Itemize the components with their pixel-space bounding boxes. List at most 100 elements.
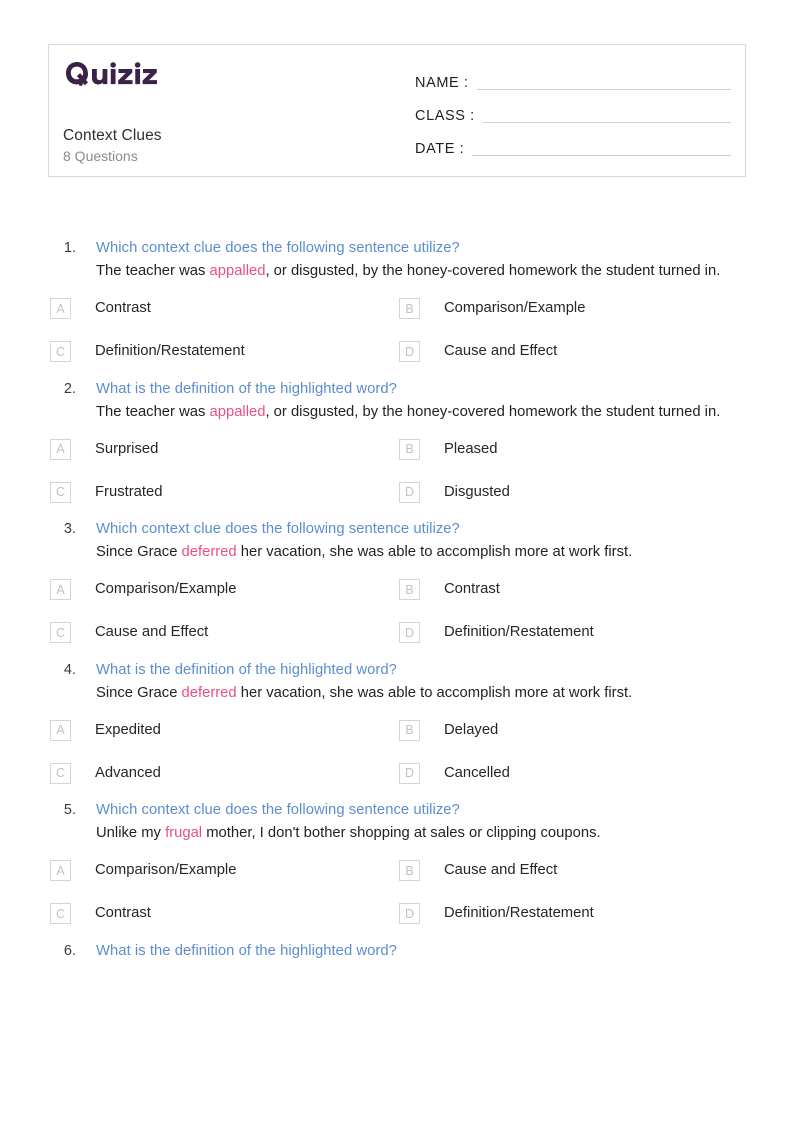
quiz-title: Context Clues bbox=[63, 127, 162, 144]
option-letter-box[interactable]: B bbox=[399, 298, 420, 319]
question-number: 4. bbox=[63, 661, 76, 678]
sentence-text-before: The teacher was bbox=[96, 263, 210, 279]
question-number: 1. bbox=[63, 240, 76, 256]
option-letter-box[interactable]: D bbox=[399, 762, 420, 784]
student-info-fields: NAME : CLASS : DATE : bbox=[411, 45, 745, 176]
class-field-row: CLASS : bbox=[415, 94, 731, 127]
sentence-text-after: , or disgusted, by the honey-covered hom… bbox=[265, 403, 721, 420]
answer-option[interactable]: B Cause and Effect bbox=[399, 860, 748, 882]
sentence-text-before: Since Grace bbox=[96, 684, 182, 701]
option-letter-box[interactable]: D bbox=[399, 341, 420, 362]
question-sentence: Since Grace deferred her vacation, she w… bbox=[96, 541, 726, 564]
option-letter-box[interactable]: C bbox=[50, 341, 71, 362]
option-label: Cancelled bbox=[444, 764, 510, 781]
sentence-text-before: The teacher was bbox=[96, 403, 210, 420]
answer-options: A Expedited B Delayed C Advanced D Cancelled bbox=[48, 719, 746, 784]
answer-options: A Comparison/Example B Cause and Effect C Con… bbox=[48, 860, 746, 925]
option-letter-box[interactable]: D bbox=[399, 622, 420, 643]
class-field-label: CLASS : bbox=[415, 108, 475, 124]
answer-option[interactable]: A Comparison/Example bbox=[50, 860, 399, 882]
question-block: 3. Which context clue does the following … bbox=[0, 519, 794, 644]
option-label: Disgusted bbox=[444, 483, 510, 500]
option-label: Advanced bbox=[95, 764, 161, 781]
name-field-input[interactable] bbox=[476, 89, 731, 90]
option-letter-box[interactable]: C bbox=[50, 481, 71, 503]
answer-options: A Contrast B Comparison/Example C Definition/… bbox=[48, 298, 746, 363]
question-sentence: The teacher was appalled, or disgusted, … bbox=[96, 260, 726, 283]
option-letter-box[interactable]: A bbox=[50, 719, 71, 741]
option-letter-box[interactable]: A bbox=[50, 438, 71, 460]
option-letter-box[interactable]: D bbox=[399, 481, 420, 503]
option-label: Cause and Effect bbox=[444, 862, 558, 878]
worksheet-header: Context Clues 8 Questions NAME : CLASS :… bbox=[48, 44, 746, 177]
quizizz-logo bbox=[66, 62, 157, 86]
question-number: 5. bbox=[63, 802, 76, 818]
answer-option[interactable]: D Disgusted bbox=[399, 481, 748, 503]
question-sentence: Unlike my frugal mother, I don't bother … bbox=[96, 822, 726, 845]
answer-option[interactable]: C Frustrated bbox=[50, 481, 399, 503]
option-letter-box[interactable]: A bbox=[50, 579, 71, 600]
answer-option[interactable]: D Definition/Restatement bbox=[399, 622, 748, 644]
question-number: 6. bbox=[63, 942, 76, 959]
option-label: Comparison/Example bbox=[444, 300, 586, 316]
option-letter-box[interactable]: B bbox=[399, 579, 420, 600]
option-letter-box[interactable]: C bbox=[50, 762, 71, 784]
answer-option[interactable]: C Cause and Effect bbox=[50, 622, 399, 644]
answer-option[interactable]: A Surprised bbox=[50, 438, 399, 460]
option-letter-box[interactable]: B bbox=[399, 719, 420, 741]
answer-option[interactable]: B Contrast bbox=[399, 579, 748, 601]
answer-options: A Surprised B Pleased C Frustrated D Disgusted bbox=[48, 438, 746, 503]
answer-option[interactable]: C Contrast bbox=[50, 903, 399, 925]
answer-option[interactable]: C Definition/Restatement bbox=[50, 341, 399, 363]
date-field-row: DATE : bbox=[415, 127, 731, 160]
sentence-text-after: her vacation, she was able to accomplish… bbox=[236, 544, 633, 560]
sentence-text-after: , or disgusted, by the honey-covered hom… bbox=[265, 263, 721, 279]
question-header: 5. Which context clue does the following … bbox=[48, 800, 746, 845]
answer-option[interactable]: D Definition/Restatement bbox=[399, 903, 748, 925]
option-label: Contrast bbox=[95, 905, 151, 921]
option-label: Cause and Effect bbox=[444, 343, 558, 359]
answer-option[interactable]: D Cause and Effect bbox=[399, 341, 748, 363]
highlighted-word: deferred bbox=[181, 684, 237, 701]
answer-option[interactable]: A Expedited bbox=[50, 719, 399, 741]
question-header: 3. Which context clue does the following … bbox=[48, 519, 746, 564]
option-label: Surprised bbox=[95, 440, 159, 457]
answer-option[interactable]: D Cancelled bbox=[399, 762, 748, 784]
option-label: Definition/Restatement bbox=[95, 343, 245, 359]
question-header: 1. Which context clue does the following … bbox=[48, 238, 746, 283]
answer-option[interactable]: A Comparison/Example bbox=[50, 579, 399, 601]
option-letter-box[interactable]: D bbox=[399, 903, 420, 924]
answer-option[interactable]: B Delayed bbox=[399, 719, 748, 741]
sentence-text-after: her vacation, she was able to accomplish… bbox=[236, 684, 633, 701]
question-header: 4. What is the definition of the highligh… bbox=[48, 660, 746, 705]
option-letter-box[interactable]: A bbox=[50, 298, 71, 319]
worksheet-page: Context Clues 8 Questions NAME : CLASS :… bbox=[0, 0, 794, 1123]
date-field-input[interactable] bbox=[472, 155, 731, 156]
header-branding: Context Clues 8 Questions bbox=[49, 45, 411, 176]
answer-option[interactable]: C Advanced bbox=[50, 762, 399, 784]
question-title: Which context clue does the following se… bbox=[96, 240, 460, 256]
option-label: Cause and Effect bbox=[95, 624, 209, 640]
answer-option[interactable]: A Contrast bbox=[50, 298, 399, 320]
class-field-input[interactable] bbox=[482, 122, 731, 123]
answer-option[interactable]: B Comparison/Example bbox=[399, 298, 748, 320]
option-letter-box[interactable]: B bbox=[399, 438, 420, 460]
question-block: 4. What is the definition of the highligh… bbox=[0, 660, 794, 785]
answer-option[interactable]: B Pleased bbox=[399, 438, 748, 460]
name-field-row: NAME : bbox=[415, 61, 731, 94]
date-field-label: DATE : bbox=[415, 141, 465, 157]
option-label: Frustrated bbox=[95, 483, 163, 500]
option-letter-box[interactable]: C bbox=[50, 622, 71, 643]
question-title: What is the definition of the highlighte… bbox=[96, 942, 397, 959]
question-number: 3. bbox=[63, 521, 76, 537]
question-number: 2. bbox=[63, 380, 76, 397]
option-letter-box[interactable]: C bbox=[50, 903, 71, 924]
option-label: Definition/Restatement bbox=[444, 905, 594, 921]
option-label: Expedited bbox=[95, 721, 161, 738]
question-header: 2. What is the definition of the highligh… bbox=[48, 379, 746, 424]
name-field-label: NAME : bbox=[415, 75, 469, 91]
option-letter-box[interactable]: A bbox=[50, 860, 71, 881]
highlighted-word: appalled bbox=[209, 403, 266, 420]
question-block: 5. Which context clue does the following … bbox=[0, 800, 794, 925]
option-letter-box[interactable]: B bbox=[399, 860, 420, 881]
